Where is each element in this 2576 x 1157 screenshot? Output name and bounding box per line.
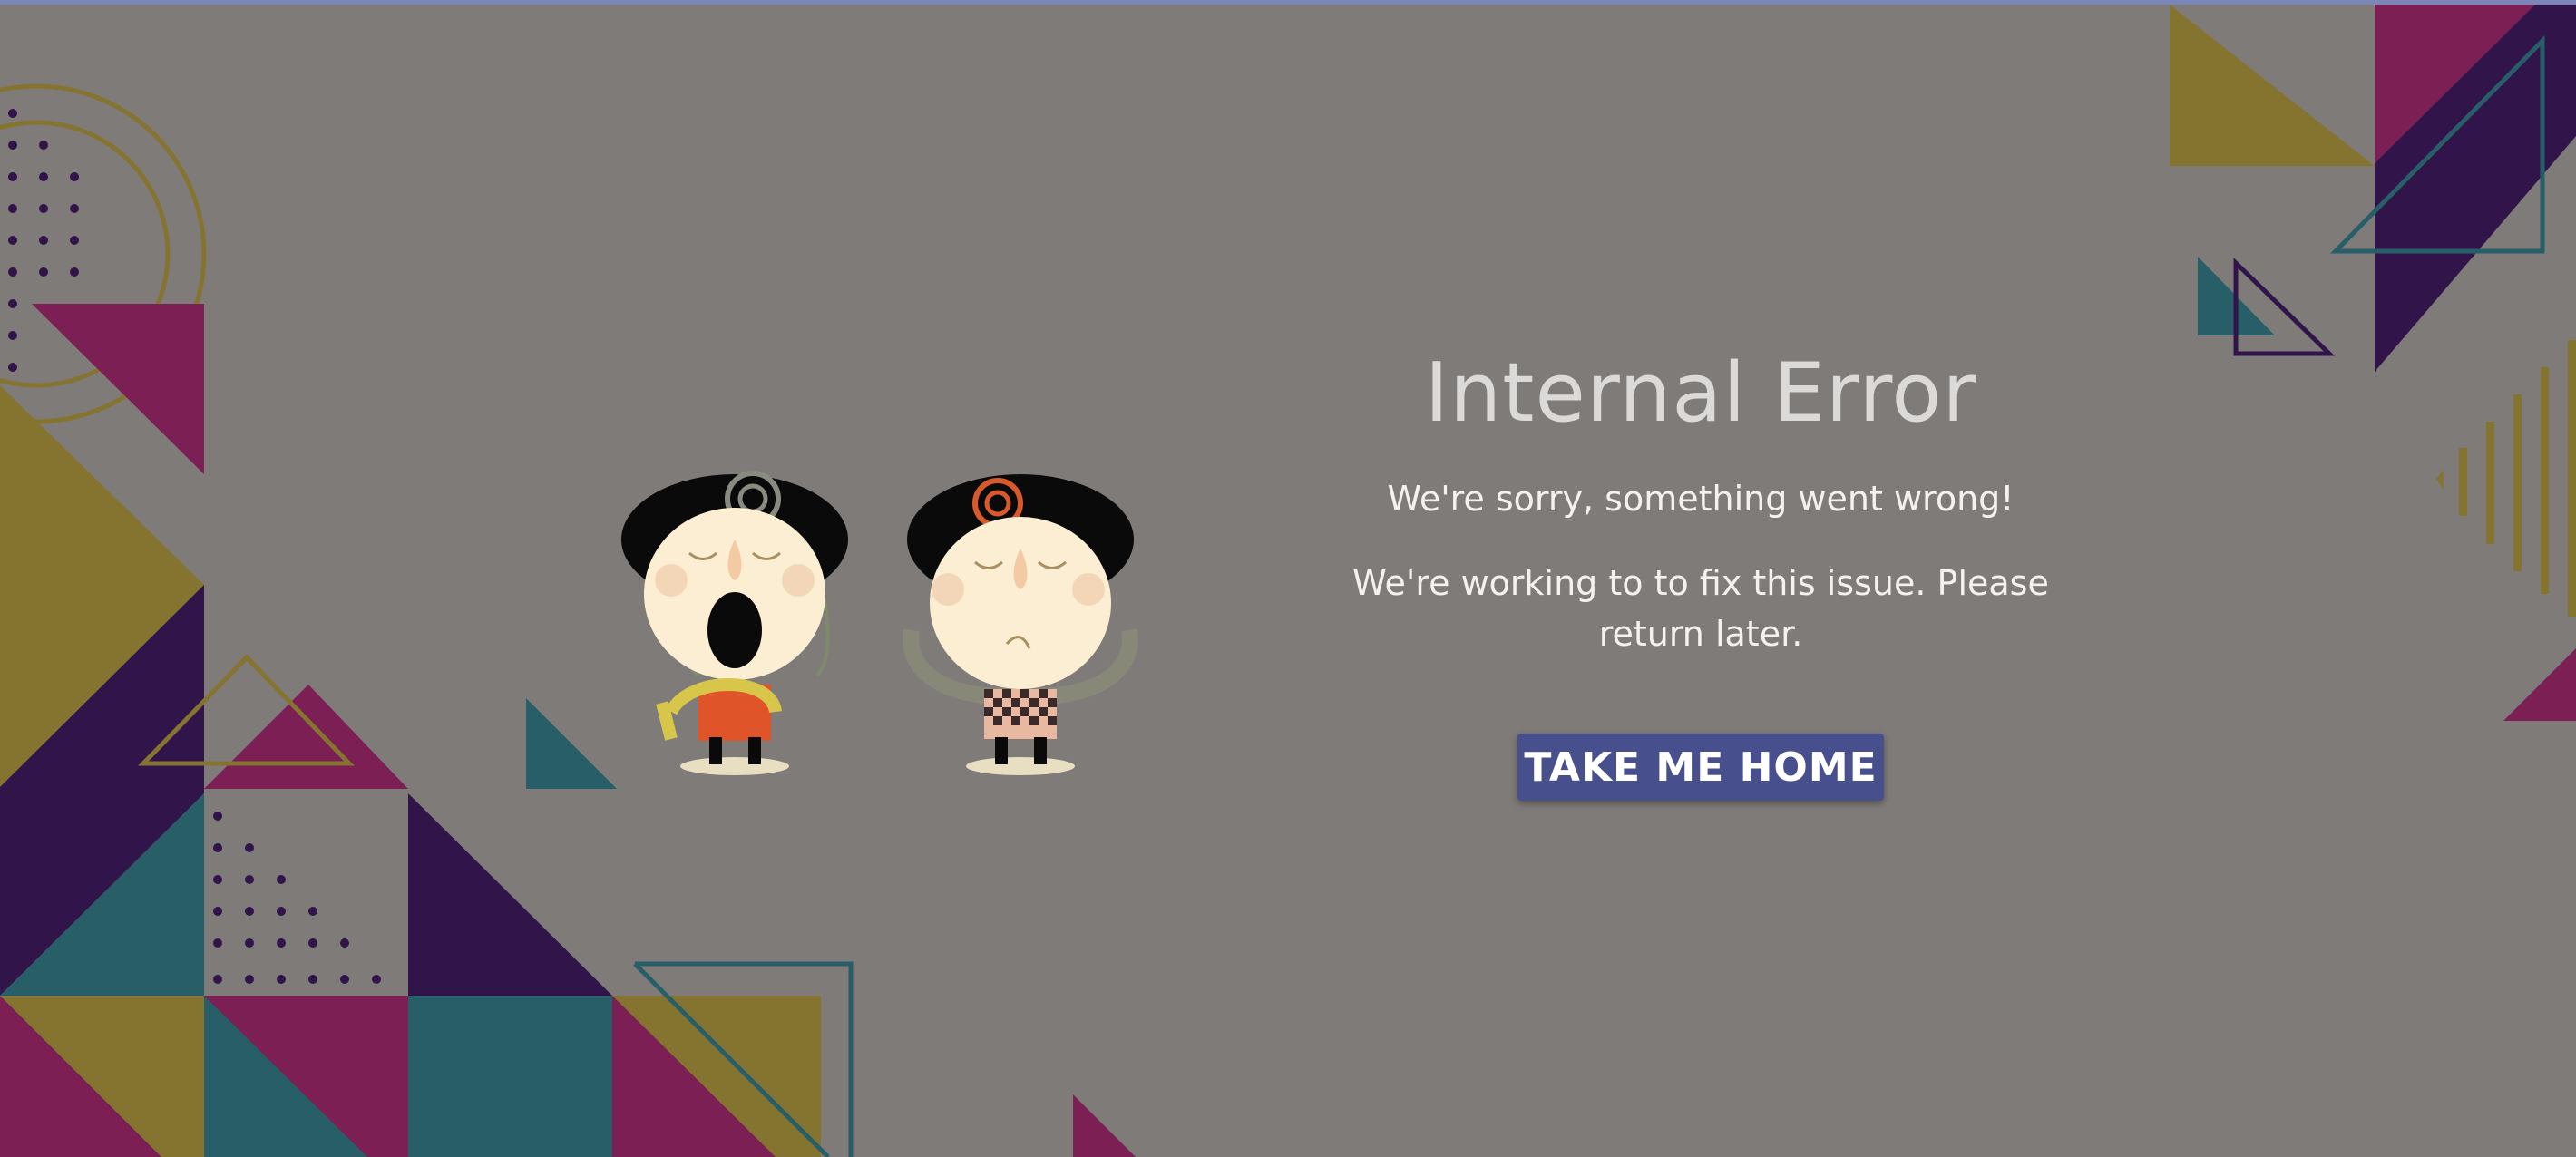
indigo-outline-triangle-right	[2233, 258, 2336, 356]
error-page: Internal Error We're sorry, something we…	[0, 0, 2576, 1157]
error-title: Internal Error	[1424, 345, 1977, 441]
error-message: We're working to to fix this issue. Plea…	[1352, 563, 2049, 655]
take-me-home-button[interactable]: TAKE ME HOME	[1517, 734, 1884, 802]
yawning-girl-icon	[621, 471, 848, 775]
teal-square-bottom	[408, 996, 612, 1157]
dot-grid-bottom-left	[213, 812, 381, 984]
magenta-triangle-right	[2503, 648, 2576, 721]
teal-small-triangle	[526, 698, 617, 789]
magenta-small-triangle	[204, 685, 408, 789]
worried-girl-icon	[903, 474, 1138, 775]
magenta-triangle-bottom-center	[1073, 1094, 1136, 1157]
indigo-triangle-mid	[408, 793, 612, 996]
error-content: Internal Error We're sorry, something we…	[1252, 345, 2150, 802]
error-illustration	[621, 471, 1138, 775]
olive-stripes-right	[2436, 340, 2576, 617]
error-subtitle: We're sorry, something went wrong!	[1387, 479, 2015, 519]
